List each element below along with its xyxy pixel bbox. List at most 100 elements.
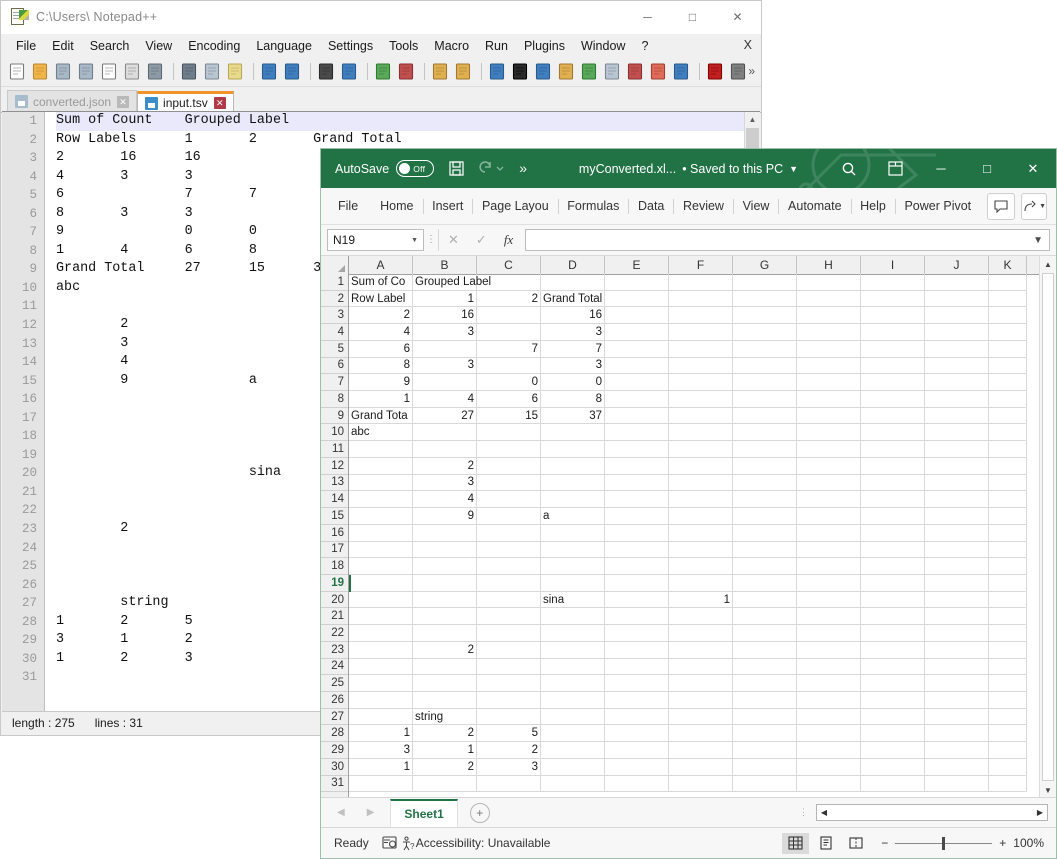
cell-B30[interactable]: 2 <box>413 758 477 776</box>
add-sheet-icon[interactable]: + <box>469 802 490 823</box>
cell-E23[interactable] <box>605 641 669 659</box>
row-header-26[interactable]: 26 <box>321 692 348 709</box>
cell-G11[interactable] <box>733 441 797 458</box>
cell-F1[interactable] <box>669 274 733 291</box>
cell-C8[interactable]: 6 <box>477 391 541 408</box>
cell-H1[interactable] <box>797 274 861 291</box>
cell-A16[interactable] <box>349 524 413 542</box>
cell-B23[interactable]: 2 <box>413 641 477 659</box>
cell-D9[interactable]: 37 <box>541 407 605 425</box>
row-header-7[interactable]: 7 <box>321 374 348 392</box>
cell-F9[interactable] <box>669 407 733 425</box>
cell-A14[interactable] <box>349 491 413 509</box>
cell-G25[interactable] <box>733 675 797 692</box>
cell-J18[interactable] <box>925 558 989 575</box>
cell-A10[interactable]: abc <box>349 424 413 442</box>
cell-E17[interactable] <box>605 541 669 559</box>
ribbon-tab-view[interactable]: View <box>734 193 779 219</box>
cell-A21[interactable] <box>349 608 413 626</box>
cell-I14[interactable] <box>861 491 925 509</box>
cell-K20[interactable] <box>989 591 1027 609</box>
cell-A12[interactable] <box>349 457 413 475</box>
cell-E1[interactable] <box>605 274 669 291</box>
cell-A31[interactable] <box>349 775 413 793</box>
cell-I30[interactable] <box>861 758 925 776</box>
cell-H16[interactable] <box>797 524 861 542</box>
cell-D4[interactable]: 3 <box>541 324 605 341</box>
cell-A6[interactable]: 8 <box>349 357 413 375</box>
find-icon[interactable] <box>316 61 337 82</box>
cell-C26[interactable] <box>477 691 541 709</box>
cell-I8[interactable] <box>861 391 925 408</box>
cell-H2[interactable] <box>797 290 861 308</box>
ribbon-tab-data[interactable]: Data <box>629 193 673 219</box>
word-wrap-icon[interactable] <box>487 61 508 82</box>
cell-K11[interactable] <box>989 441 1027 458</box>
cell-A9[interactable]: Grand Tota <box>349 407 413 425</box>
cell-J28[interactable] <box>925 725 989 743</box>
cell-area[interactable]: Sum of Co Grouped Label Row Label 1 2 Grand T… <box>349 274 1056 798</box>
cell-D26[interactable] <box>541 691 605 709</box>
cell-B4[interactable]: 3 <box>413 324 477 341</box>
cell-F13[interactable] <box>669 474 733 492</box>
cell-D23[interactable] <box>541 641 605 659</box>
cell-F31[interactable] <box>669 775 733 793</box>
close-file-icon[interactable] <box>99 61 120 82</box>
cell-H7[interactable] <box>797 374 861 392</box>
folder-workspace-icon[interactable] <box>648 61 669 82</box>
cell-H23[interactable] <box>797 641 861 659</box>
cell-A27[interactable] <box>349 708 413 726</box>
autosave-toggle[interactable]: Off <box>396 160 435 177</box>
redo-icon[interactable] <box>282 61 303 82</box>
row-header-5[interactable]: 5 <box>321 341 348 358</box>
maximize-icon[interactable]: □ <box>964 149 1010 188</box>
cell-C10[interactable] <box>477 424 541 442</box>
cell-C18[interactable] <box>477 558 541 575</box>
cell-E25[interactable] <box>605 675 669 692</box>
cell-G26[interactable] <box>733 691 797 709</box>
search-icon[interactable] <box>826 149 872 188</box>
cell-E26[interactable] <box>605 691 669 709</box>
cell-C30[interactable]: 3 <box>477 758 541 776</box>
cell-A11[interactable] <box>349 441 413 458</box>
cell-A22[interactable] <box>349 625 413 642</box>
row-header-21[interactable]: 21 <box>321 608 348 626</box>
cell-I26[interactable] <box>861 691 925 709</box>
excel-document-title[interactable]: myConverted.xl... • Saved to this PC ▼ <box>579 162 798 176</box>
scroll-left-icon[interactable]: ◀ <box>817 808 831 817</box>
cell-E27[interactable] <box>605 708 669 726</box>
cell-K19[interactable] <box>989 574 1027 592</box>
cell-H25[interactable] <box>797 675 861 692</box>
column-header-J[interactable]: J <box>925 256 989 274</box>
cell-F15[interactable] <box>669 508 733 525</box>
tab-close-icon[interactable]: ✕ <box>213 97 226 109</box>
row-header-1[interactable]: 1 <box>321 274 348 291</box>
cell-E16[interactable] <box>605 524 669 542</box>
cut-icon[interactable] <box>179 61 200 82</box>
ribbon-tab-home[interactable]: Home <box>371 193 422 219</box>
cell-H21[interactable] <box>797 608 861 626</box>
cell-J1[interactable] <box>925 274 989 291</box>
cell-B2[interactable]: 1 <box>413 290 477 308</box>
cell-J10[interactable] <box>925 424 989 442</box>
cell-B6[interactable]: 3 <box>413 357 477 375</box>
cell-C4[interactable] <box>477 324 541 341</box>
cell-G16[interactable] <box>733 524 797 542</box>
show-symbols-icon[interactable] <box>510 61 531 82</box>
copy-icon[interactable] <box>202 61 223 82</box>
toolbar-overflow-icon[interactable]: » <box>748 64 755 78</box>
monitor-icon[interactable] <box>671 61 692 82</box>
scroll-down-icon[interactable]: ▼ <box>1040 782 1056 798</box>
cell-B19[interactable] <box>413 574 477 592</box>
cell-H6[interactable] <box>797 357 861 375</box>
cell-E6[interactable] <box>605 357 669 375</box>
column-header-C[interactable]: C <box>477 256 541 274</box>
print-icon[interactable] <box>145 61 166 82</box>
column-header-B[interactable]: B <box>413 256 477 274</box>
next-sheet-icon[interactable]: ▶ <box>367 807 375 818</box>
cell-B31[interactable] <box>413 775 477 793</box>
cell-C22[interactable] <box>477 625 541 642</box>
cell-C31[interactable] <box>477 775 541 793</box>
cell-E30[interactable] <box>605 758 669 776</box>
row-header-14[interactable]: 14 <box>321 491 348 509</box>
